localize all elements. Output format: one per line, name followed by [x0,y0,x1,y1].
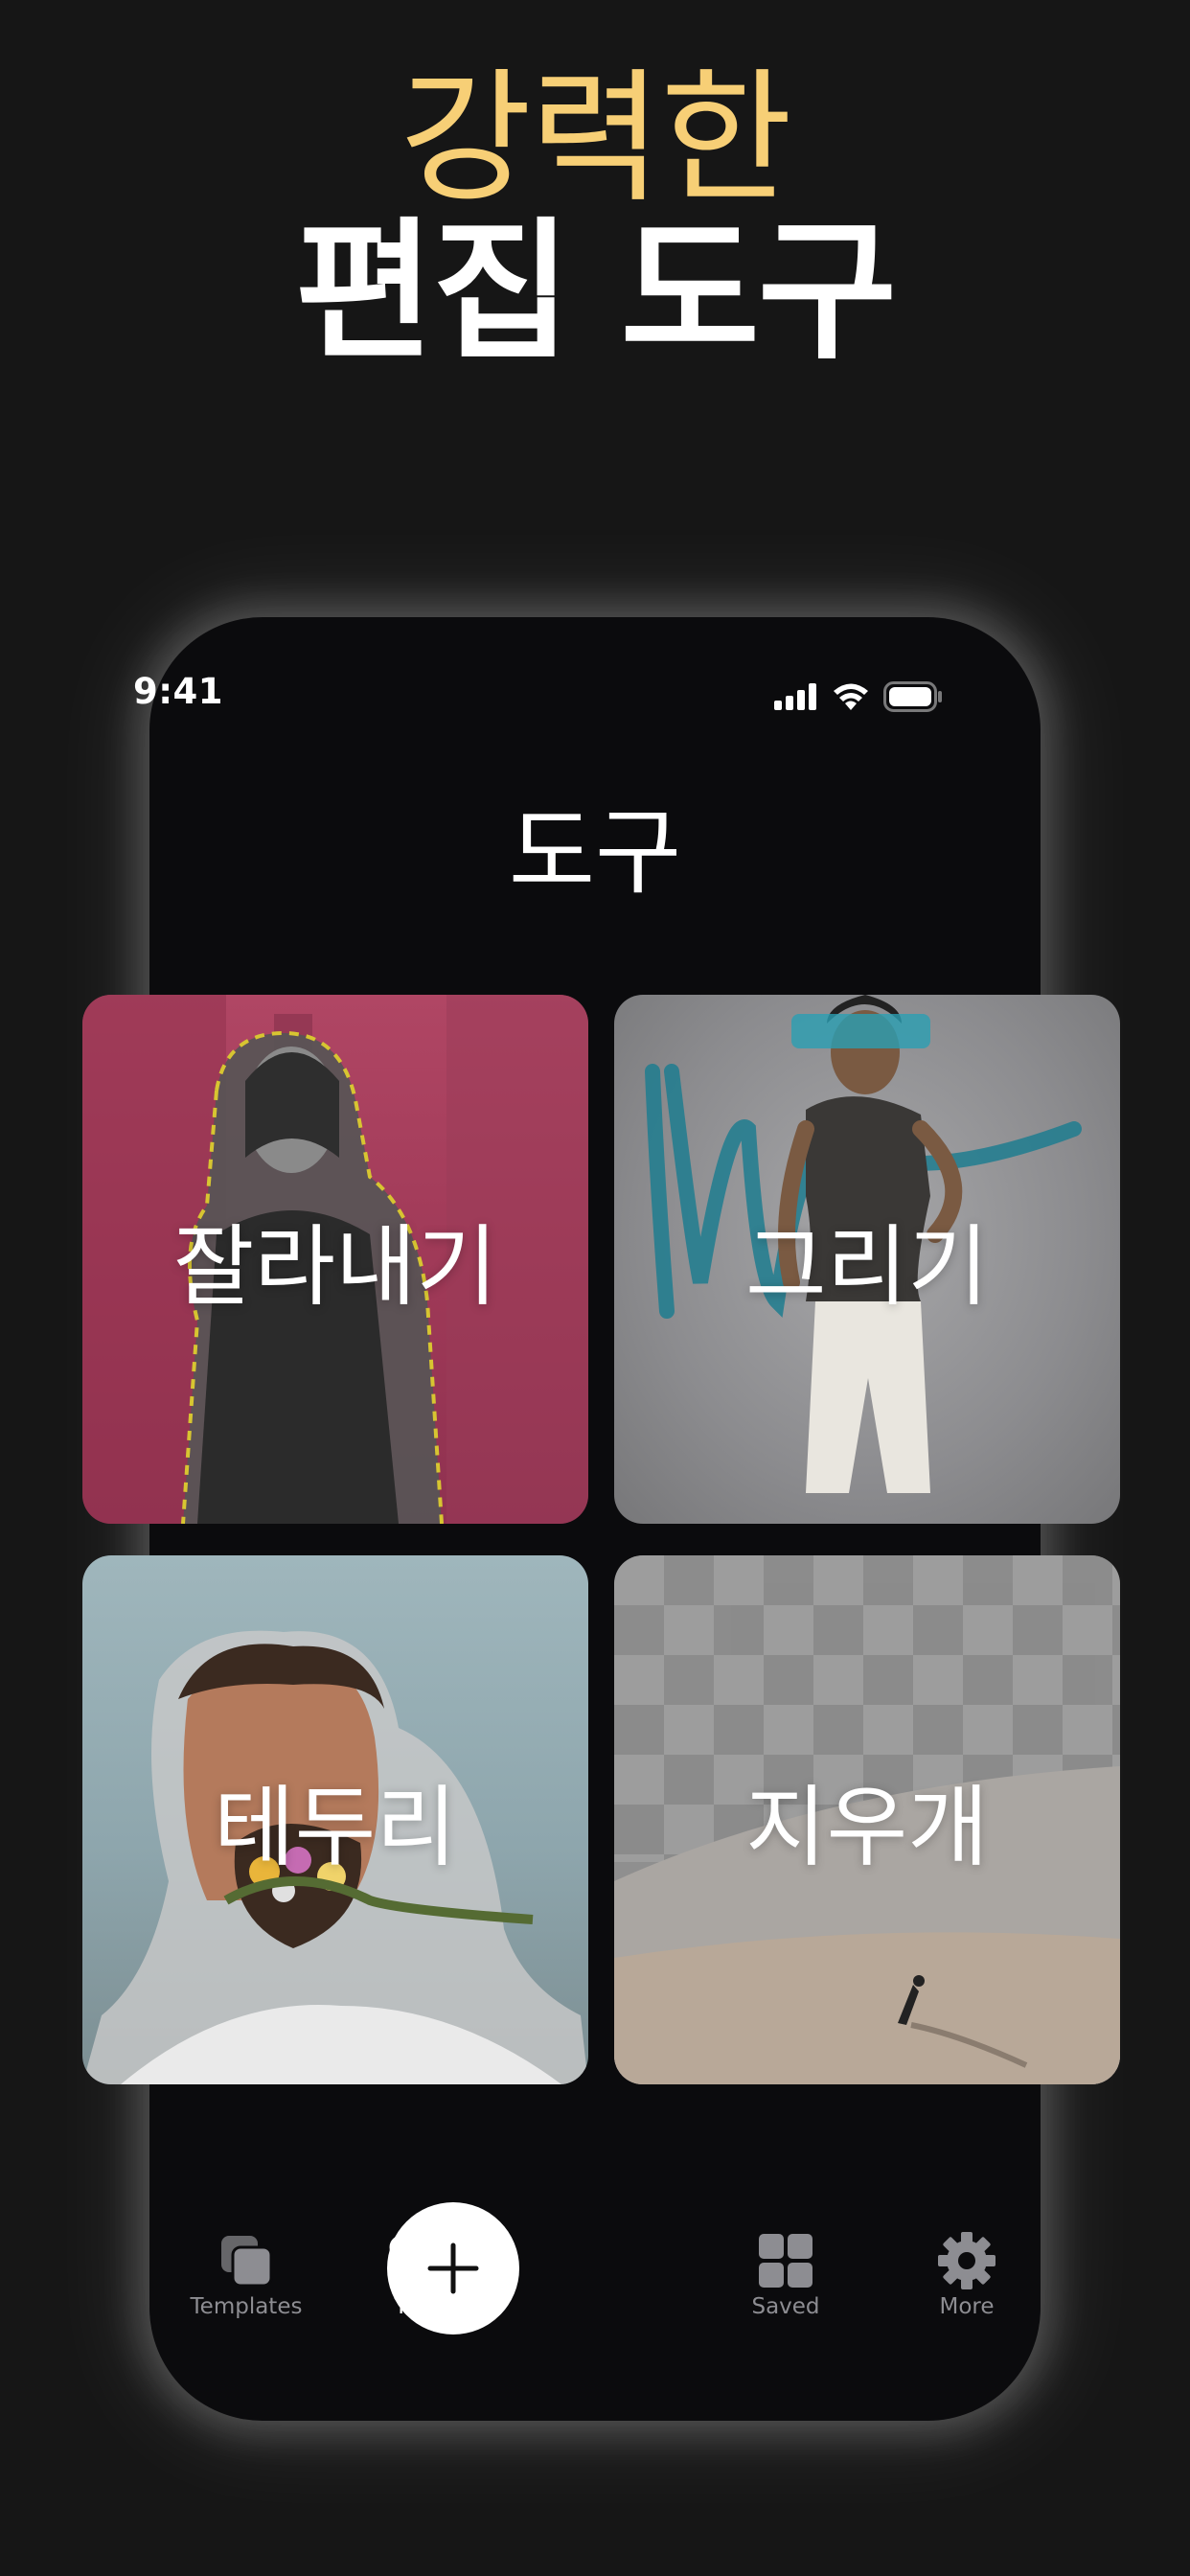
headline-line-2: 편집 도구 [294,204,897,380]
tool-cutout-tile[interactable]: 잘라내기 [82,995,588,1524]
status-icons [774,680,943,713]
plus-icon [427,2242,479,2294]
tab-bar: Templates Tools Saved [149,2195,1041,2338]
tab-more[interactable]: More [895,2227,1039,2319]
tool-draw-tile[interactable]: 그리기 [614,995,1120,1524]
gear-icon [938,2232,995,2289]
tool-eraser-tile[interactable]: 지우개 [614,1555,1120,2084]
tab-saved-label: Saved [751,2294,820,2319]
tool-cutout-label: 잘라내기 [172,1215,498,1319]
status-time: 9:41 [133,671,224,712]
tab-more-label: More [939,2294,995,2319]
tool-eraser-label: 지우개 [745,1776,989,1879]
grid-icon [759,2234,812,2288]
cellular-signal-icon [774,683,816,710]
templates-icon [221,2236,273,2288]
add-button[interactable] [387,2202,519,2334]
tab-templates-label: Templates [190,2294,303,2319]
tool-border-tile[interactable]: 테두리 [82,1555,588,2084]
marketing-headline: 강력한 편집 도구 [0,58,1190,374]
battery-icon [883,681,942,712]
wifi-icon [834,683,868,710]
headline-line-1: 강력한 [399,56,792,222]
screen-title: 도구 [508,798,682,908]
tool-draw-label: 그리기 [745,1215,989,1319]
tab-templates[interactable]: Templates [174,2227,318,2319]
tool-border-label: 테두리 [214,1776,457,1879]
tab-saved[interactable]: Saved [714,2227,858,2319]
